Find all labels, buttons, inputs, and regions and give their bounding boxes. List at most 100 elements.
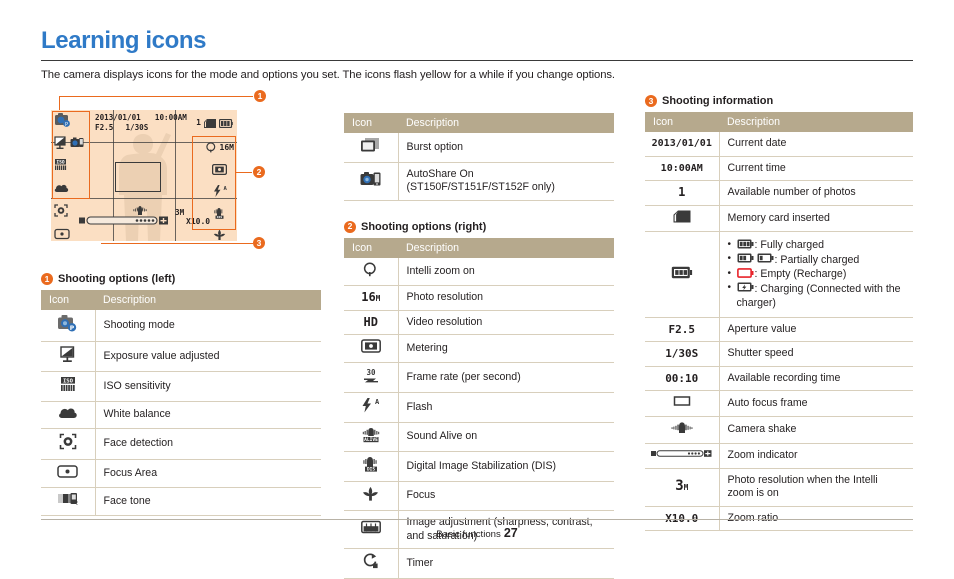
description-cell: Face detection: [95, 428, 321, 460]
description-cell: Focus: [398, 481, 614, 511]
table-row: 00:10 Available recording time: [645, 366, 913, 391]
description-cell: Video resolution: [398, 310, 614, 335]
battery-full-icon: [737, 239, 754, 254]
description-cell: : Fully charged : Partially charged: [719, 231, 913, 318]
section-2-badge: 2: [344, 220, 356, 233]
svg-text:DIS: DIS: [367, 467, 375, 472]
section-1-heading: 1 Shooting options (left): [41, 273, 321, 285]
osd-time: 10:00AM: [154, 113, 187, 122]
exposure-value-icon: [60, 345, 75, 368]
table-row: E Face tone: [41, 487, 321, 516]
description-cell: Face tone: [95, 487, 321, 516]
battery-icon: [218, 113, 233, 132]
shooting-information-table: Icon Description 2013/01/01 Current date…: [645, 112, 913, 531]
icon-cell: [344, 481, 399, 511]
section-1-title: Shooting options (left): [58, 273, 176, 285]
battery-charging-icon: [737, 282, 754, 297]
callout-3-leader-horizontal: [101, 243, 253, 245]
description-cell: Frame rate (per second): [398, 362, 614, 393]
memory-card-icon: [673, 210, 691, 228]
table-row: HD Video resolution: [344, 310, 614, 335]
column-header-icon: Icon: [344, 113, 398, 133]
icon-cell: 00:10: [645, 366, 720, 391]
section-3-title: Shooting information: [662, 95, 774, 107]
osd-shots-remaining: 1: [196, 118, 201, 127]
table-row: A Flash: [344, 392, 614, 423]
battery-partial-icon: [737, 253, 754, 268]
focus-area-icon: [54, 225, 70, 241]
callout-badge-1: 1: [254, 90, 266, 102]
osd-shutter: 1/30S: [125, 123, 149, 132]
icon-cell: 1/30S: [645, 341, 720, 367]
table-row: DIS Digital Image Stabilization (DIS): [344, 451, 614, 482]
svg-text:A: A: [375, 398, 380, 406]
description-cell: White balance: [95, 401, 321, 429]
column-header-icon: Icon: [645, 112, 719, 132]
table-header-row: Icon Description: [344, 113, 614, 133]
callout-2-leader: [236, 172, 252, 174]
column-header-description: Description: [95, 290, 321, 310]
table-row: Memory card inserted: [645, 205, 913, 232]
icon-cell: [645, 416, 720, 444]
description-cell: Focus Area: [95, 459, 321, 488]
svg-text:30: 30: [366, 368, 376, 377]
icon-cell: 2013/01/01: [645, 132, 720, 157]
icon-cell: [41, 428, 96, 460]
battery-status-item: : Partially charged: [728, 252, 906, 268]
intro-paragraph: The camera displays icons for the mode a…: [41, 69, 615, 81]
callout-1-leader-horizontal: [59, 96, 253, 98]
callout-badge-2: 2: [253, 166, 265, 178]
description-cell: Memory card inserted: [719, 205, 913, 232]
svg-text:ISO: ISO: [63, 379, 74, 385]
icon-cell: E: [41, 487, 96, 516]
icon-cell: DIS: [344, 451, 399, 482]
intelli-zoom-icon: [363, 261, 378, 282]
table-row: Timer: [344, 548, 614, 579]
callout-badge-3: 3: [253, 237, 265, 249]
intelli-photo-resolution-icon: 3M: [675, 477, 689, 494]
icon-cell: [645, 390, 720, 417]
osd-exposure: F2.5 1/30S: [95, 123, 148, 132]
icon-cell: ALIVE: [344, 422, 399, 452]
osd-zoom-indicator: [79, 215, 171, 226]
table-row: 3M Photo resolution when the Intelli zoo…: [645, 468, 913, 507]
description-cell: Shutter speed: [719, 341, 913, 367]
osd-aperture: F2.5: [95, 123, 114, 132]
osd-intelli-resolution-value: 3M: [175, 208, 185, 217]
icon-cell: [344, 133, 399, 163]
table-row: 10:00AM Current time: [645, 156, 913, 181]
face-tone-icon: E: [57, 492, 79, 511]
icon-cell: [41, 401, 96, 429]
section-2-title: Shooting options (right): [361, 220, 487, 233]
camera-preview-illustration: 1 P ISO 2013/01/01 10:00AM F2.5 1/30S 1 …: [41, 90, 271, 257]
table-row: Camera shake: [645, 416, 913, 444]
memory-card-icon: [204, 113, 216, 132]
icon-cell: [344, 257, 399, 286]
description-cell: Current date: [719, 132, 913, 157]
description-cell: Digital Image Stabilization (DIS): [398, 451, 614, 482]
description-cell: Exposure value adjusted: [95, 341, 321, 372]
icon-cell: P: [41, 310, 96, 342]
description-cell: ISO sensitivity: [95, 371, 321, 402]
focus-area-icon: [57, 464, 78, 484]
description-cell: Timer: [398, 548, 614, 579]
icon-cell: [41, 459, 96, 488]
timer-icon: [362, 553, 379, 574]
callout-2-bracket: [192, 136, 236, 230]
icon-cell: 3M: [645, 468, 720, 507]
table-row: ALIVE Sound Alive on: [344, 422, 614, 452]
description-cell: Zoom indicator: [719, 443, 913, 469]
description-cell: Photo resolution: [398, 285, 614, 311]
icon-cell: [344, 548, 399, 579]
battery-partial-low-icon: [757, 253, 774, 268]
page-number: 27: [503, 526, 518, 540]
metering-icon: [360, 339, 381, 358]
icon-cell: 30: [344, 362, 399, 393]
icon-cell: 16M: [344, 285, 399, 311]
column-header-description: Description: [398, 113, 614, 133]
battery-empty-icon: [736, 268, 754, 283]
shooting-mode-icon: P: [57, 314, 78, 337]
osd-top-right: 1: [196, 113, 233, 132]
callout-1-bracket: [52, 111, 90, 199]
description-cell: Camera shake: [719, 416, 913, 444]
